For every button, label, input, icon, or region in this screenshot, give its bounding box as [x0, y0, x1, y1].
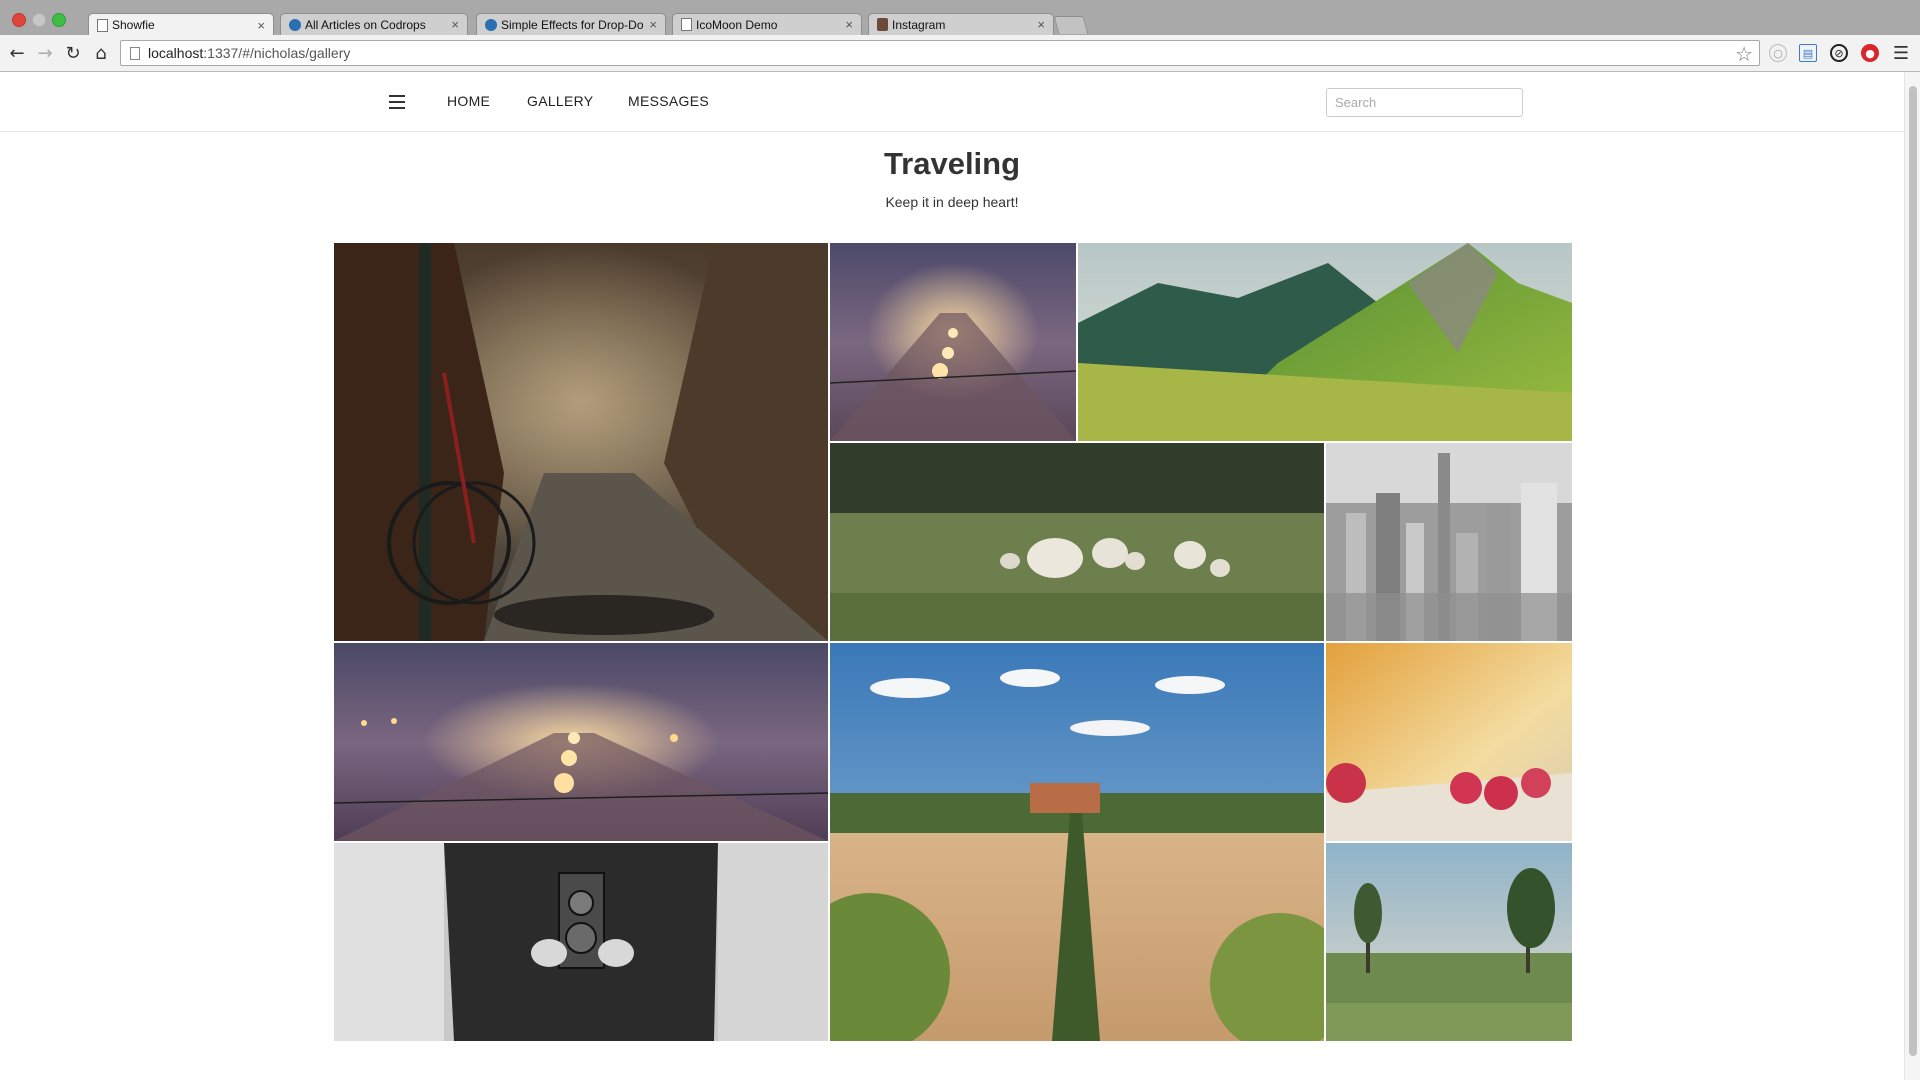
codrops-drop-icon — [289, 18, 301, 31]
photo-marsh-trees[interactable] — [1326, 843, 1572, 1041]
window-minimize-button[interactable] — [32, 13, 46, 27]
photo-city-skyline[interactable] — [1326, 443, 1572, 641]
browser-tab-showfie[interactable]: Showfie × — [88, 13, 274, 36]
instagram-icon — [877, 18, 888, 31]
nav-link-home[interactable]: HOME — [447, 93, 490, 109]
extension-circle-icon[interactable]: ○ — [1769, 44, 1787, 62]
extension-folder-icon[interactable]: ▤ — [1799, 44, 1817, 62]
browser-tab-codrops-articles[interactable]: All Articles on Codrops × — [280, 13, 468, 35]
browser-tab-strip: Showfie × All Articles on Codrops × Simp… — [0, 0, 1920, 36]
browser-tab-simple-effects[interactable]: Simple Effects for Drop-Do × — [476, 13, 666, 35]
photo-tuscany-road[interactable] — [830, 643, 1324, 1041]
tab-title: IcoMoon Demo — [696, 17, 778, 32]
back-arrow-icon[interactable]: ← — [6, 42, 28, 64]
tab-close-icon[interactable]: × — [649, 17, 657, 32]
photo-railway-night-wide[interactable] — [334, 643, 828, 841]
browser-tab-instagram[interactable]: Instagram × — [868, 13, 1054, 35]
document-icon — [97, 18, 108, 32]
extension-clock-icon[interactable]: ⊘ — [1830, 44, 1848, 62]
tab-title: Simple Effects for Drop-Do — [501, 17, 644, 32]
codrops-drop-icon — [485, 18, 497, 31]
photo-railway-night-small[interactable] — [830, 243, 1076, 441]
tab-close-icon[interactable]: × — [1037, 17, 1045, 32]
page-viewport: HOME GALLERY MESSAGES Traveling Keep it … — [0, 72, 1904, 1080]
new-tab-button[interactable] — [1053, 16, 1089, 34]
site-navbar: HOME GALLERY MESSAGES — [0, 72, 1904, 132]
photo-raspberries[interactable] — [1326, 643, 1572, 841]
reload-icon[interactable]: ↻ — [62, 42, 84, 64]
browser-tab-icomoon[interactable]: IcoMoon Demo × — [672, 13, 862, 35]
browser-menu-icon[interactable]: ☰ — [1890, 42, 1912, 64]
tab-close-icon[interactable]: × — [257, 18, 265, 33]
address-bar[interactable]: localhost:1337/#/nicholas/gallery ☆ — [120, 40, 1760, 66]
tab-title: Instagram — [892, 17, 946, 32]
tab-close-icon[interactable]: × — [451, 17, 459, 32]
scrollbar-thumb[interactable] — [1909, 86, 1917, 1056]
photo-camera-person[interactable] — [334, 843, 828, 1041]
adblock-icon[interactable]: ● — [1861, 44, 1879, 62]
page-scrollbar[interactable] — [1904, 72, 1920, 1080]
tab-title: All Articles on Codrops — [305, 17, 426, 32]
tab-title: Showfie — [112, 18, 155, 32]
photo-sheep-meadow[interactable] — [830, 443, 1324, 641]
url-path: :1337/#/nicholas/gallery — [203, 45, 351, 61]
tab-close-icon[interactable]: × — [845, 17, 853, 32]
forward-arrow-icon[interactable]: → — [34, 42, 56, 64]
photo-gallery — [334, 243, 1572, 1041]
bookmark-star-icon[interactable]: ☆ — [1735, 42, 1753, 66]
document-icon — [681, 18, 692, 31]
url-host: localhost — [148, 45, 204, 61]
browser-toolbar: ← → ↻ ⌂ localhost:1337/#/nicholas/galler… — [0, 35, 1920, 72]
window-maximize-button[interactable] — [52, 13, 66, 27]
window-close-button[interactable] — [12, 13, 26, 27]
page-icon — [130, 46, 140, 60]
search-input[interactable] — [1326, 88, 1523, 117]
nav-link-messages[interactable]: MESSAGES — [628, 93, 709, 109]
hamburger-menu-icon[interactable] — [389, 95, 405, 109]
home-icon[interactable]: ⌂ — [90, 42, 112, 64]
album-subtitle: Keep it in deep heart! — [885, 194, 1019, 210]
photo-green-mountain[interactable] — [1078, 243, 1572, 441]
photo-bicycle-alley[interactable] — [334, 243, 828, 641]
album-title: Traveling — [883, 146, 1021, 181]
nav-link-gallery[interactable]: GALLERY — [527, 93, 593, 109]
